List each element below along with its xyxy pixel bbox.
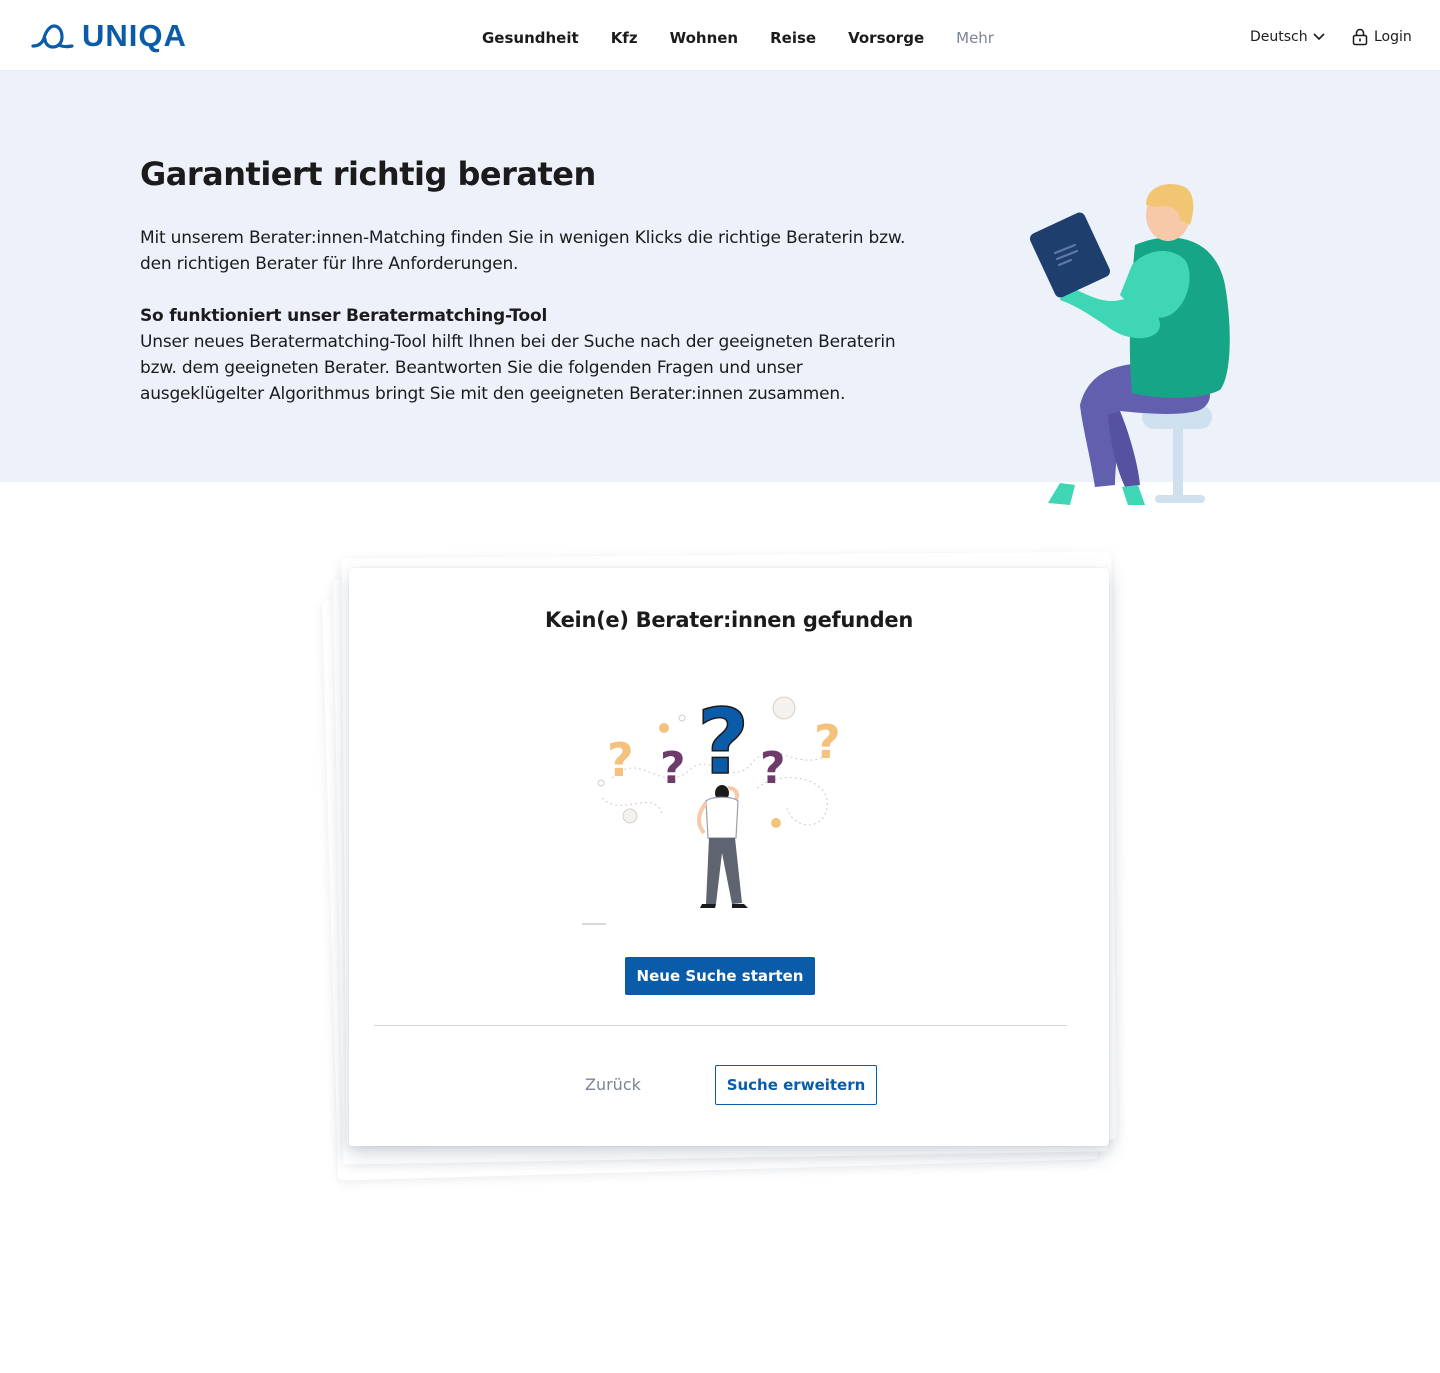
nav-item-mehr[interactable]: Mehr	[956, 27, 994, 49]
extend-search-button[interactable]: Suche erweitern	[715, 1065, 877, 1105]
new-search-button[interactable]: Neue Suche starten	[625, 957, 815, 995]
main-nav: Gesundheit Kfz Wohnen Reise Vorsorge Meh…	[482, 27, 994, 49]
svg-text:?: ?	[607, 733, 634, 787]
hero-intro: Mit unserem Berater:innen-Matching finde…	[140, 225, 920, 277]
svg-text:?: ?	[660, 743, 686, 794]
nav-item-vorsorge[interactable]: Vorsorge	[848, 27, 924, 49]
person-reading-illustration	[1029, 184, 1230, 505]
card-divider	[374, 1025, 1067, 1026]
svg-text:?: ?	[814, 715, 841, 769]
nav-item-gesundheit[interactable]: Gesundheit	[482, 27, 579, 49]
back-link[interactable]: Zurück	[585, 1073, 641, 1097]
nav-item-reise[interactable]: Reise	[770, 27, 816, 49]
svg-text:?: ?	[760, 743, 786, 794]
result-title: Kein(e) Berater:innen gefunden	[545, 608, 913, 632]
hero-how-it-works: So funktioniert unser Beratermatching-To…	[140, 303, 920, 407]
hero-intro-text: Mit unserem Berater:innen-Matching finde…	[140, 228, 906, 274]
language-label: Deutsch	[1250, 29, 1308, 45]
chevron-down-icon	[1313, 33, 1325, 41]
hero-body-text: Unser neues Beratermatching-Tool hilft I…	[140, 332, 896, 404]
hero-title: Garantiert richtig beraten	[140, 155, 596, 193]
language-selector[interactable]: Deutsch	[1250, 27, 1326, 47]
uniqa-logo-icon	[31, 24, 74, 49]
login-label: Login	[1374, 29, 1412, 45]
site-header: UNIQA Gesundheit Kfz Wohnen Reise Vorsor…	[0, 0, 1440, 71]
uniqa-logo[interactable]: UNIQA	[30, 20, 187, 52]
nav-item-wohnen[interactable]: Wohnen	[670, 27, 739, 49]
login-button[interactable]: Login	[1352, 27, 1412, 47]
logo-wordmark: UNIQA	[82, 18, 187, 53]
svg-text:?: ?	[697, 690, 749, 795]
lock-icon	[1352, 28, 1368, 46]
confused-person-illustration: ? ? ? ? ?	[582, 689, 841, 925]
result-card: Kein(e) Berater:innen gefunden ? ? ? ? ?…	[349, 568, 1109, 1146]
hero-subtitle: So funktioniert unser Beratermatching-To…	[140, 306, 548, 326]
nav-item-kfz[interactable]: Kfz	[611, 27, 638, 49]
